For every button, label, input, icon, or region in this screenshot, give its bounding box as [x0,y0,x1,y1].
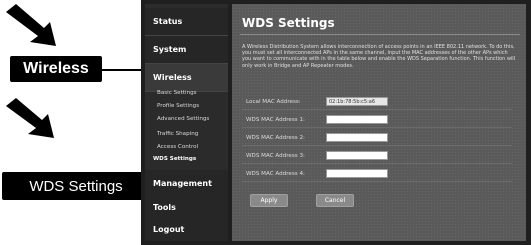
sidebar-item-label: Wireless [153,73,192,82]
wds-mac-2-field[interactable] [326,133,388,142]
page-description: A Wireless Distribution System allows in… [242,44,516,69]
sidebar-item-label: Status [153,17,183,26]
sidebar-subitem-advanced-settings[interactable]: Advanced Settings [157,116,209,122]
field-label: WDS MAC Address 2: [246,134,305,141]
wds-mac-4-field[interactable] [326,169,388,178]
sidebar-item-status[interactable]: Status [145,8,228,36]
sidebar-subitem-wds-settings[interactable]: WDS Settings [153,156,196,162]
field-label: Local MAC Address: [246,98,301,105]
page-title: WDS Settings [242,16,335,30]
sidebar-item-label: Tools [153,203,176,212]
arrow-down-right-icon [6,98,54,138]
sidebar: Status System Wireless Basic Settings Pr… [145,4,228,241]
field-label: WDS MAC Address 3: [246,152,305,159]
field-label: WDS MAC Address 4: [246,170,305,177]
wds-mac-1-field[interactable] [326,115,388,124]
sidebar-item-label: Logout [153,225,185,234]
wds-mac-row: WDS MAC Address 2: [242,130,512,146]
field-label: WDS MAC Address 1: [246,116,305,123]
sidebar-subitem-traffic-shaping[interactable]: Traffic Shaping [157,131,198,137]
wds-settings-callout-label: WDS Settings [29,177,123,195]
cancel-button-label: Cancel [324,197,346,204]
wireless-callout: Wireless [10,56,102,82]
apply-button[interactable]: Apply [250,194,288,207]
wds-mac-3-field[interactable] [326,151,388,160]
sidebar-item-wireless[interactable]: Wireless [145,64,228,92]
sidebar-item-system[interactable]: System [145,36,228,64]
sidebar-subitem-profile-settings[interactable]: Profile Settings [157,103,199,109]
arrow-down-right-icon [6,4,56,46]
wds-mac-row: WDS MAC Address 3: [242,148,512,164]
sidebar-subitem-basic-settings[interactable]: Basic Settings [157,90,197,96]
wireless-callout-label: Wireless [23,60,89,77]
sidebar-subitem-access-control[interactable]: Access Control [157,144,198,150]
sidebar-item-logout[interactable]: Logout [145,218,228,241]
cancel-button[interactable]: Cancel [316,194,354,207]
local-mac-row: Local MAC Address: [242,94,512,110]
wds-mac-row: WDS MAC Address 4: [242,166,512,182]
main-content: WDS Settings A Wireless Distribution Sys… [232,4,526,241]
local-mac-field [326,97,388,106]
wds-mac-row: WDS MAC Address 1: [242,112,512,128]
sidebar-item-label: System [153,45,187,54]
apply-button-label: Apply [260,197,278,204]
wds-settings-callout: WDS Settings [2,172,150,200]
sidebar-item-label: Management [153,179,212,188]
title-divider [240,34,520,35]
